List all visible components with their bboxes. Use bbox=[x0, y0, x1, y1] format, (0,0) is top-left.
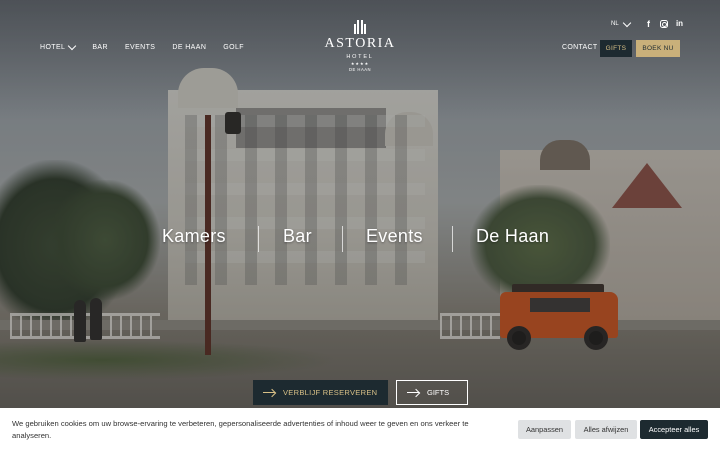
nav-item-label: BAR bbox=[92, 44, 108, 51]
hero-link-de-haan[interactable]: De Haan bbox=[476, 226, 549, 247]
facebook-icon[interactable]: f bbox=[644, 19, 653, 29]
chevron-down-icon bbox=[68, 41, 77, 51]
contact-link[interactable]: CONTACT bbox=[562, 44, 597, 51]
language-selector[interactable]: NL bbox=[611, 18, 631, 27]
cookie-reject-all-button[interactable]: Alles afwijzen bbox=[575, 420, 637, 439]
book-now-button[interactable]: BOEK NU bbox=[636, 40, 680, 57]
logo-subtitle: HOTEL bbox=[346, 54, 374, 60]
instagram-icon[interactable] bbox=[660, 20, 668, 28]
nav-item-bar[interactable]: BAR bbox=[92, 44, 108, 51]
logo-place: DE HAAN bbox=[348, 67, 372, 72]
hero-links: Kamers Bar Events De Haan bbox=[140, 226, 580, 252]
divider bbox=[452, 226, 453, 252]
gifts-button[interactable]: GIFTS bbox=[600, 40, 632, 57]
arrow-right-icon bbox=[263, 392, 275, 393]
language-label: NL bbox=[611, 21, 619, 27]
reserve-stay-label: VERBLIJF RESERVEREN bbox=[283, 388, 378, 397]
cookie-text: We gebruiken cookies om uw browse-ervari… bbox=[12, 419, 469, 440]
site-logo[interactable]: ASTORIA HOTEL ★★★★ DE HAAN bbox=[320, 18, 400, 72]
nav-item-label: EVENTS bbox=[124, 44, 156, 51]
arrow-right-icon bbox=[407, 392, 419, 393]
hero-link-events[interactable]: Events bbox=[366, 226, 423, 247]
hero-link-kamers[interactable]: Kamers bbox=[162, 226, 226, 247]
divider bbox=[258, 226, 259, 252]
nav-item-label: GOLF bbox=[223, 44, 244, 51]
nav-item-label: DE HAAN bbox=[172, 44, 207, 51]
linkedin-icon[interactable]: in bbox=[675, 19, 684, 29]
hero-gifts-button[interactable]: GIFTS bbox=[396, 380, 468, 405]
social-links: f in bbox=[644, 19, 684, 29]
nav-item-golf[interactable]: GOLF bbox=[223, 44, 244, 51]
divider bbox=[342, 226, 343, 252]
logo-name: ASTORIA bbox=[324, 36, 396, 51]
cookie-customize-button[interactable]: Aanpassen bbox=[518, 420, 571, 439]
nav-item-label: HOTEL bbox=[40, 44, 66, 51]
reserve-stay-button[interactable]: VERBLIJF RESERVEREN bbox=[253, 380, 388, 405]
nav-item-hotel[interactable]: HOTEL bbox=[40, 41, 77, 51]
main-nav: HOTEL BAR EVENTS DE HAAN GOLF bbox=[40, 41, 261, 51]
cookie-accept-all-button[interactable]: Accepteer alles bbox=[640, 420, 708, 439]
hero-gifts-label: GIFTS bbox=[427, 388, 450, 397]
nav-item-de-haan[interactable]: DE HAAN bbox=[172, 44, 206, 51]
logo-mark-icon bbox=[353, 18, 367, 34]
logo-stars: ★★★★ bbox=[350, 61, 370, 66]
hero-link-bar[interactable]: Bar bbox=[283, 226, 312, 247]
nav-item-events[interactable]: EVENTS bbox=[125, 44, 155, 51]
